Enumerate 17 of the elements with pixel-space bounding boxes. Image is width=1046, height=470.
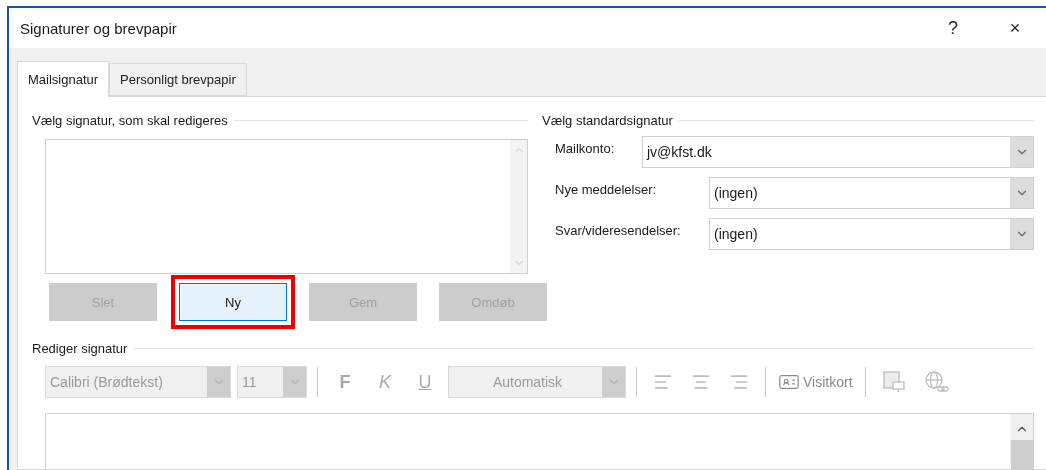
- window-title: Signaturer og brevpapir: [20, 19, 178, 37]
- scrollbar[interactable]: [1010, 414, 1033, 470]
- dropdown-field[interactable]: (ingen): [709, 218, 1034, 250]
- close-button[interactable]: ×: [984, 8, 1046, 48]
- group-heading: Rediger signatur: [32, 340, 128, 356]
- dropdown-field[interactable]: (ingen): [709, 177, 1034, 209]
- group-heading: Vælg signatur, som skal redigeres: [32, 112, 228, 128]
- field-label: Svar/videresendelser:: [555, 222, 681, 238]
- signature-list[interactable]: [45, 139, 528, 274]
- button[interactable]: Ny: [179, 283, 287, 321]
- help-button[interactable]: ?: [922, 8, 984, 48]
- field-label: Nye meddelelser:: [555, 181, 657, 197]
- dropdown-field[interactable]: jv@kfst.dk: [642, 136, 1034, 168]
- group-heading: Vælg standardsignatur: [542, 112, 673, 128]
- tab[interactable]: Mailsignatur: [17, 61, 110, 97]
- tab[interactable]: Personligt brevpapir: [109, 63, 247, 96]
- field-label: Mailkonto:: [555, 140, 615, 156]
